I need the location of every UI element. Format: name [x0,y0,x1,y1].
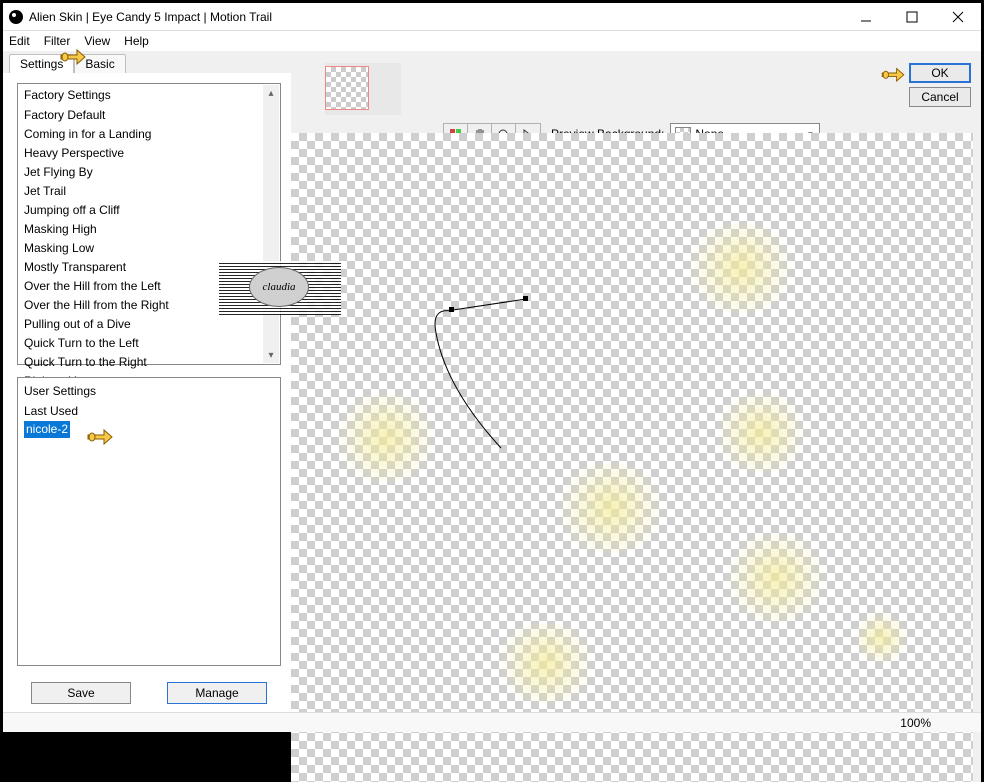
thumbnail[interactable] [325,66,369,110]
annotation-pointer-icon [86,425,114,443]
ok-button[interactable]: OK [909,63,971,83]
watermark: claudia [219,261,341,315]
action-buttons: OK Cancel [879,63,971,107]
watermark-text: claudia [249,267,309,307]
list-item[interactable]: Factory Default [18,106,280,125]
annotation-pointer-icon [879,64,907,82]
preview-blob [551,463,671,553]
user-settings-list[interactable]: User Settings Last Used nicole-2 [17,377,281,666]
left-panel: Factory Settings Factory Default Coming … [3,73,291,712]
app-icon [9,10,23,24]
list-item[interactable]: Quick Turn to the Left [18,334,280,353]
close-button[interactable] [935,3,981,30]
user-header: User Settings [24,380,274,402]
window-buttons [843,3,981,30]
list-item[interactable]: Coming in for a Landing [18,125,280,144]
titlebar: Alien Skin | Eye Candy 5 Impact | Motion… [3,3,981,31]
manage-button[interactable]: Manage [167,682,267,704]
factory-settings-list[interactable]: Factory Settings Factory Default Coming … [17,83,281,365]
tabs: Settings Basic [3,51,981,73]
list-item-selected[interactable]: nicole-2 [24,421,70,438]
maximize-button[interactable] [889,3,935,30]
zoom-level: 100% [900,716,931,730]
annotation-pointer-icon [59,45,87,65]
preview-blob [491,623,601,703]
cancel-button[interactable]: Cancel [909,87,971,107]
preview-blob [711,393,811,473]
minimize-button[interactable] [843,3,889,30]
motion-trail-curve[interactable] [431,293,571,453]
thumbnail-area [325,63,401,115]
preview-blob [331,393,441,483]
menu-view[interactable]: View [84,34,110,48]
list-item[interactable]: Jumping off a Cliff [18,201,280,220]
list-item[interactable]: Jet Trail [18,182,280,201]
main-area: Factory Settings Factory Default Coming … [3,73,981,712]
scroll-up-icon[interactable]: ▴ [263,85,279,101]
scrollbar[interactable]: ▴ ▾ [263,85,279,363]
button-row: Save Manage [17,678,281,704]
list-item[interactable]: Heavy Perspective [18,144,280,163]
menu-edit[interactable]: Edit [9,34,30,48]
list-item[interactable]: Masking High [18,220,280,239]
right-area: Preview Background: None ▾ OK Cancel [291,73,981,782]
factory-header: Factory Settings [18,84,280,106]
preview-blob [681,223,801,313]
scroll-down-icon[interactable]: ▾ [263,347,279,363]
list-item[interactable]: Jet Flying By [18,163,280,182]
statusbar: 100% [3,712,981,732]
list-item[interactable]: Pulling out of a Dive [18,315,280,334]
preview-canvas[interactable] [291,133,973,782]
menubar: Edit Filter View Help [3,31,981,51]
menu-help[interactable]: Help [124,34,149,48]
preview-blob [721,533,831,623]
window-title: Alien Skin | Eye Candy 5 Impact | Motion… [29,10,843,24]
window: Alien Skin | Eye Candy 5 Impact | Motion… [0,0,984,735]
list-item[interactable]: Quick Turn to the Right [18,353,280,372]
list-item[interactable]: Last Used [24,402,274,421]
list-item[interactable]: Masking Low [18,239,280,258]
preview-blob [851,613,911,663]
save-button[interactable]: Save [31,682,131,704]
